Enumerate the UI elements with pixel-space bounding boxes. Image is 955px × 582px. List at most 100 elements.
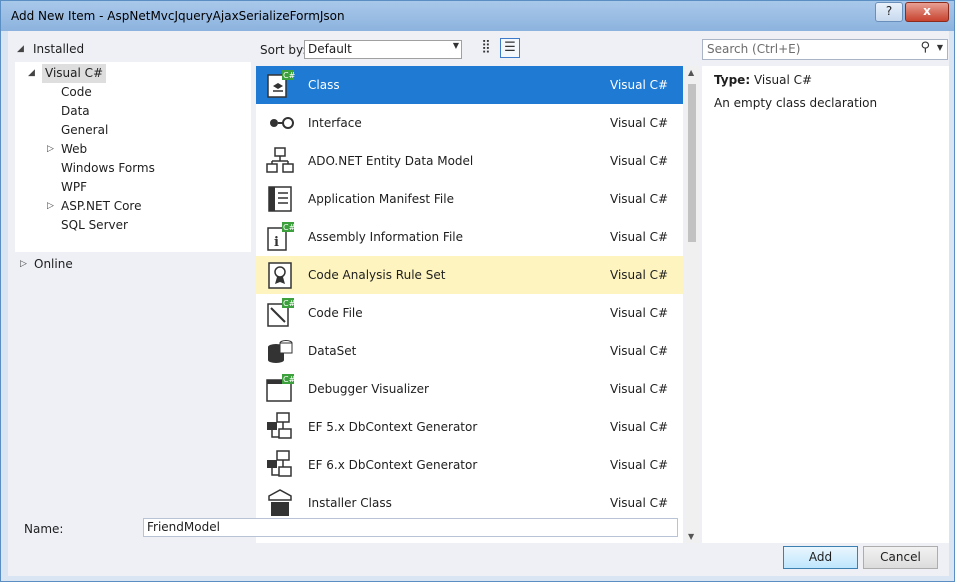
name-label: Name: [24,522,64,536]
search-input[interactable]: Search (Ctrl+E) [707,42,800,56]
scroll-thumb[interactable] [688,84,696,242]
tree-item-label: Web [61,142,88,156]
code-file-icon: C# [265,298,295,328]
dialog-title: Add New Item - AspNetMvcJqueryAjaxSerial… [11,9,345,23]
tree-online[interactable]: ▷ Online [15,254,251,274]
template-language: Visual C# [610,78,669,92]
installer-icon [265,488,295,518]
scroll-down-icon[interactable]: ▼ [688,532,694,541]
template-row[interactable]: Code Analysis Rule Set Visual C# [256,256,683,294]
tree-installed-label: Installed [33,42,85,56]
template-name: Code File [308,306,363,320]
tree-installed[interactable]: ◢ Installed [15,39,251,59]
svg-text:C#: C# [283,71,295,80]
svg-text:i: i [274,235,279,250]
tree-item-label: Visual C# [42,64,107,83]
svg-text:C#: C# [283,223,295,232]
template-name: Interface [308,116,362,130]
entity-model-icon [265,146,295,176]
sort-value: Default [308,42,352,56]
search-icon[interactable]: ⚲ [920,40,930,55]
tree-item-general[interactable]: General [61,121,108,140]
template-name: Debugger Visualizer [308,382,429,396]
template-language: Visual C# [610,458,669,472]
template-row[interactable]: EF 6.x DbContext Generator Visual C# [256,446,683,484]
template-list: C# Class Visual C# Interface Visual C# ADO.NE… [256,66,683,543]
rule-set-icon [265,260,295,290]
title-bar: Add New Item - AspNetMvcJqueryAjaxSerial… [1,1,954,31]
template-name: Installer Class [308,496,392,510]
sort-toolbar: Sort by: Default ▼ ⣿ ☰ [252,31,692,65]
chevron-down-icon[interactable]: ▼ [937,43,943,52]
interface-icon [265,108,295,138]
small-icons-view-button[interactable]: ⣿ [476,38,496,58]
tree-item-data[interactable]: Data [61,102,90,121]
search-box[interactable]: Search (Ctrl+E) ⚲ ▼ [702,39,948,60]
template-row[interactable]: i C# Assembly Information File Visual C# [256,218,683,256]
class-icon: C# [265,70,295,100]
tree-item-sql-server[interactable]: SQL Server [61,216,128,235]
template-language: Visual C# [610,116,669,130]
template-name: Class [308,78,340,92]
item-description: An empty class declaration [714,96,878,110]
tree-item-windows-forms[interactable]: Windows Forms [61,159,155,178]
template-language: Visual C# [610,230,669,244]
ef-generator-icon [265,412,295,442]
template-row[interactable]: Installer Class Visual C# [256,484,683,522]
cancel-button[interactable]: Cancel [863,546,938,569]
help-button[interactable]: ? [875,2,903,22]
manifest-icon [265,184,295,214]
add-button[interactable]: Add [783,546,858,569]
name-field-value: FriendModel [147,520,220,534]
template-language: Visual C# [610,306,669,320]
template-language: Visual C# [610,382,669,396]
template-language: Visual C# [610,496,669,510]
close-button[interactable]: x [905,2,949,22]
template-row[interactable]: EF 5.x DbContext Generator Visual C# [256,408,683,446]
svg-text:C#: C# [283,299,295,308]
scroll-up-icon[interactable]: ▲ [688,68,694,77]
expanded-arrow-icon: ◢ [17,44,24,54]
tree-item-label: ASP.NET Core [61,199,142,213]
collapsed-arrow-icon: ▷ [20,259,27,269]
tree-item-code[interactable]: Code [61,83,92,102]
add-new-item-dialog: Add New Item - AspNetMvcJqueryAjaxSerial… [0,0,955,582]
grid-icon: ⣿ [481,39,491,54]
list-icon: ☰ [504,40,516,55]
collapsed-arrow-icon: ▷ [47,144,54,154]
template-row[interactable]: DataSet Visual C# [256,332,683,370]
template-name: EF 5.x DbContext Generator [308,420,478,434]
tree-item-wpf[interactable]: WPF [61,178,87,197]
template-language: Visual C# [610,268,669,282]
ef-generator-icon [265,450,295,480]
template-list-scrollbar[interactable]: ▲ ▼ [685,66,700,543]
expanded-arrow-icon: ◢ [28,68,35,78]
sort-dropdown[interactable]: Default ▼ [304,40,462,59]
template-language: Visual C# [610,420,669,434]
type-label: Type: [714,73,751,87]
template-language: Visual C# [610,192,669,206]
template-name: Assembly Information File [308,230,464,244]
svg-text:C#: C# [283,375,295,384]
dialog-client-area: ◢ Installed ◢ Visual C# Code Data Genera… [8,31,949,576]
category-tree: ◢ Installed ◢ Visual C# Code Data Genera… [15,36,251,516]
template-row[interactable]: Interface Visual C# [256,104,683,142]
details-panel: Type: Visual C# An empty class declarati… [702,66,949,543]
template-row[interactable]: Application Manifest File Visual C# [256,180,683,218]
template-row[interactable]: C# Debugger Visualizer Visual C# [256,370,683,408]
template-row[interactable]: C# Code File Visual C# [256,294,683,332]
template-language: Visual C# [610,344,669,358]
dataset-icon [265,336,295,366]
template-name: Code Analysis Rule Set [308,268,446,282]
template-row[interactable]: C# Class Visual C# [256,66,683,104]
template-row[interactable]: ADO.NET Entity Data Model Visual C# [256,142,683,180]
type-value: Visual C# [753,73,813,87]
chevron-down-icon: ▼ [452,41,459,50]
debugger-visualizer-icon: C# [265,374,295,404]
template-name: Application Manifest File [308,192,454,206]
name-field[interactable]: FriendModel [143,518,678,537]
list-view-button[interactable]: ☰ [500,38,520,58]
collapsed-arrow-icon: ▷ [47,201,54,211]
sort-label: Sort by: [260,43,307,57]
tree-list: ◢ Visual C# Code Data General ▷ Web Wind… [15,62,251,252]
